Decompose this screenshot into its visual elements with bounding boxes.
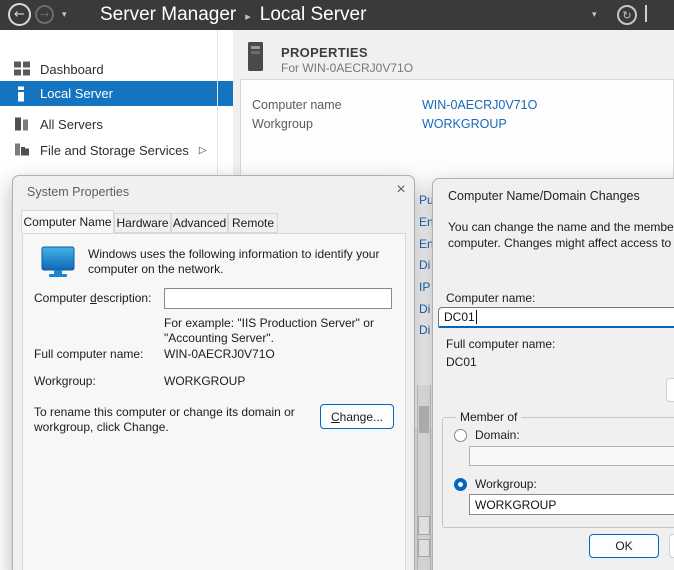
full-computer-name-label: Full computer name: bbox=[34, 347, 143, 361]
computer-monitor-icon bbox=[40, 246, 80, 280]
servers-icon bbox=[14, 117, 30, 132]
dialog-title: System Properties bbox=[27, 185, 129, 199]
full-computer-name-value: WIN-0AECRJ0V71O bbox=[164, 347, 275, 361]
sidebar-item-label: Local Server bbox=[40, 86, 113, 101]
cancel-button[interactable]: Cancel bbox=[669, 534, 674, 558]
intro-text: Windows uses the following information t… bbox=[88, 247, 393, 277]
back-button[interactable]: ← bbox=[8, 3, 31, 26]
computer-name-input[interactable]: DC01 bbox=[438, 307, 674, 328]
tab-advanced[interactable]: Advanced bbox=[171, 213, 228, 233]
workgroup-input[interactable]: WORKGROUP bbox=[469, 494, 674, 515]
background-scrollbar bbox=[417, 385, 431, 570]
system-properties-dialog: System Properties × Computer Name Hardwa… bbox=[12, 175, 415, 570]
clipped-box-fragment bbox=[418, 539, 430, 557]
sidebar-divider bbox=[217, 30, 218, 175]
breadcrumb-separator-icon: ▸ bbox=[245, 8, 251, 23]
clipped-box-fragment bbox=[418, 516, 430, 535]
scrollbar-thumb[interactable] bbox=[419, 406, 429, 433]
computer-name-label: Computer name: bbox=[446, 291, 535, 305]
rename-hint-text: To rename this computer or change its do… bbox=[34, 405, 309, 435]
chevron-right-icon[interactable]: ▷ bbox=[199, 145, 207, 156]
domain-input[interactable] bbox=[469, 446, 674, 466]
tab-page: Windows uses the following information t… bbox=[22, 233, 406, 570]
breadcrumb-app-title[interactable]: Server Manager bbox=[100, 4, 236, 26]
change-button[interactable]: Change... bbox=[320, 404, 394, 429]
forward-button[interactable]: → bbox=[35, 5, 54, 24]
workgroup-radio-label: Workgroup: bbox=[475, 477, 537, 491]
screen: ← → ▾ Server Manager ▸ Local Server ▾ ↻ … bbox=[0, 0, 674, 570]
domain-changes-dialog: Computer Name/Domain Changes You can cha… bbox=[432, 178, 674, 570]
refresh-button[interactable]: ↻ bbox=[617, 5, 637, 25]
more-button[interactable]: More... bbox=[666, 378, 674, 402]
notifications-caret-icon[interactable]: ▾ bbox=[592, 10, 597, 20]
workgroup-label: Workgroup: bbox=[34, 374, 96, 388]
sidebar-item-dashboard[interactable]: Dashboard bbox=[0, 57, 233, 81]
domain-radio[interactable] bbox=[454, 429, 467, 442]
server-icon bbox=[14, 86, 30, 101]
full-computer-name-value: DC01 bbox=[446, 355, 477, 369]
computer-description-label: Computer description: bbox=[34, 291, 151, 305]
flag-icon[interactable] bbox=[645, 5, 647, 22]
breadcrumb: Server Manager ▸ Local Server bbox=[100, 0, 366, 30]
nav-history-caret-icon[interactable]: ▾ bbox=[62, 10, 67, 20]
sidebar-item-all-servers[interactable]: All Servers bbox=[0, 112, 233, 136]
member-of-group: Member of Domain: Workgroup: WORKGROUP bbox=[442, 417, 674, 528]
tab-computer-name[interactable]: Computer Name bbox=[21, 210, 114, 233]
sidebar-item-label: Dashboard bbox=[40, 62, 104, 77]
topbar: ← → ▾ Server Manager ▸ Local Server ▾ ↻ bbox=[0, 0, 674, 30]
dialog-title: Computer Name/Domain Changes bbox=[448, 189, 640, 203]
workgroup-radio[interactable] bbox=[454, 478, 467, 491]
property-value-link[interactable]: WIN-0AECRJ0V71O bbox=[422, 98, 537, 112]
computer-description-input[interactable] bbox=[164, 288, 392, 309]
dashboard-icon bbox=[14, 62, 30, 77]
ok-button[interactable]: OK bbox=[589, 534, 659, 558]
properties-server-icon bbox=[248, 42, 264, 72]
tab-hardware[interactable]: Hardware bbox=[114, 213, 171, 233]
sidebar-item-label: File and Storage Services bbox=[40, 143, 189, 158]
sidebar-item-local-server[interactable]: Local Server bbox=[0, 81, 233, 106]
refresh-icon: ↻ bbox=[622, 9, 631, 22]
full-computer-name-label: Full computer name: bbox=[446, 337, 555, 351]
forward-arrow-icon: → bbox=[40, 8, 49, 21]
file-storage-icon bbox=[14, 143, 30, 158]
clipped-value-fragment: IP bbox=[419, 280, 430, 294]
property-label: Computer name bbox=[252, 98, 342, 112]
workgroup-value: WORKGROUP bbox=[164, 374, 245, 388]
properties-heading: PROPERTIES bbox=[281, 45, 368, 60]
member-of-legend: Member of bbox=[456, 410, 521, 424]
dialog-body-text: You can change the name and the membersh… bbox=[448, 219, 674, 251]
domain-radio-label: Domain: bbox=[475, 428, 520, 442]
breadcrumb-section[interactable]: Local Server bbox=[260, 4, 367, 26]
property-label: Workgroup bbox=[252, 117, 313, 131]
clipped-value-fragment: Di bbox=[419, 258, 430, 272]
close-icon[interactable]: × bbox=[391, 180, 411, 200]
example-text: For example: "IIS Production Server" or … bbox=[164, 316, 404, 346]
text-cursor bbox=[476, 310, 477, 324]
clipped-value-fragment: Di bbox=[419, 323, 430, 337]
sidebar-item-label: All Servers bbox=[40, 117, 103, 132]
back-arrow-icon: ← bbox=[14, 7, 25, 22]
property-value-link[interactable]: WORKGROUP bbox=[422, 117, 507, 131]
tab-remote[interactable]: Remote bbox=[228, 213, 278, 233]
sidebar-item-file-storage-services[interactable]: File and Storage Services ▷ bbox=[0, 138, 233, 162]
clipped-value-fragment: Di bbox=[419, 302, 430, 316]
properties-subheading: For WIN-0AECRJ0V71O bbox=[281, 61, 413, 75]
